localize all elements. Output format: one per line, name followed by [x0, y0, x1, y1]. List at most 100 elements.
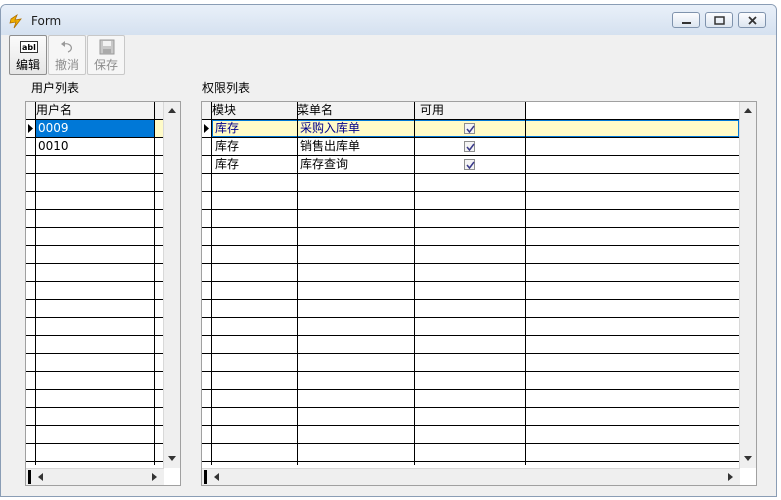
grid-divider	[525, 102, 526, 465]
scroll-left-arrow-icon[interactable]	[38, 473, 43, 481]
edit-label: 编辑	[15, 58, 40, 72]
check-mark-icon	[466, 143, 475, 152]
row-line	[202, 227, 739, 228]
title-bar[interactable]: Form	[1, 5, 776, 35]
permission-grid[interactable]: 模块 菜单名 可用 库存 采购入库单 库存 销售出库单 库存 库存查询	[201, 101, 757, 486]
user-grid-horizontal-scrollbar[interactable]	[26, 468, 164, 485]
row-line	[26, 317, 163, 318]
save-label: 保存	[93, 58, 118, 72]
row-line	[26, 173, 163, 174]
menu-name-cell[interactable]: 销售出库单	[300, 138, 360, 155]
row-line	[202, 281, 739, 282]
check-mark-icon	[466, 125, 475, 134]
undo-label: 撤消	[54, 58, 79, 72]
module-cell[interactable]: 库存	[215, 120, 239, 137]
row-line	[202, 443, 739, 444]
row-line	[202, 191, 739, 192]
user-list-label: 用户列表	[31, 81, 80, 95]
username-cell[interactable]: 0009	[38, 120, 69, 137]
row-line	[202, 461, 739, 462]
row-line	[202, 353, 739, 354]
minimize-icon	[682, 22, 691, 24]
row-line	[26, 389, 163, 390]
maximize-button[interactable]	[705, 12, 733, 28]
user-grid[interactable]: 用户名 0009 0010	[25, 101, 181, 486]
grid-divider	[35, 102, 36, 465]
row-line	[26, 281, 163, 282]
row-line	[26, 371, 163, 372]
scroll-down-arrow-icon[interactable]	[744, 456, 752, 461]
menu-name-cell[interactable]: 采购入库单	[300, 120, 360, 137]
row-line	[26, 425, 163, 426]
menu-name-cell[interactable]: 库存查询	[300, 156, 348, 173]
row-line	[202, 425, 739, 426]
close-button[interactable]	[738, 12, 766, 28]
module-cell[interactable]: 库存	[215, 156, 239, 173]
scroll-up-arrow-icon[interactable]	[744, 108, 752, 113]
row-pointer-icon	[204, 124, 209, 133]
window-title: Form	[31, 14, 62, 28]
scroll-right-arrow-icon[interactable]	[728, 473, 733, 481]
module-cell[interactable]: 库存	[215, 138, 239, 155]
row-line	[26, 155, 163, 156]
permission-grid-header	[202, 102, 525, 119]
permission-grid-vertical-scrollbar[interactable]	[739, 102, 756, 468]
scroll-left-arrow-icon[interactable]	[214, 473, 219, 481]
row-line	[26, 461, 163, 462]
enabled-checkbox[interactable]	[464, 141, 475, 152]
save-disk-icon	[99, 39, 115, 55]
scroll-right-arrow-icon[interactable]	[152, 473, 157, 481]
username-cell[interactable]: 0010	[38, 138, 69, 155]
scroll-thumb[interactable]	[204, 470, 207, 484]
row-line	[202, 371, 739, 372]
edit-textbox-icon: abl	[20, 41, 38, 53]
grid-divider	[414, 102, 415, 465]
row-pointer-icon	[28, 124, 33, 133]
row-line	[202, 263, 739, 264]
close-icon	[748, 16, 757, 25]
user-grid-vertical-scrollbar[interactable]	[163, 102, 180, 468]
row-line	[26, 353, 163, 354]
scroll-up-arrow-icon[interactable]	[168, 108, 176, 113]
edit-button[interactable]: abl 编辑	[9, 35, 47, 75]
row-line	[202, 335, 739, 336]
permission-list-label: 权限列表	[202, 81, 251, 95]
row-line	[202, 119, 739, 120]
save-button[interactable]: 保存	[87, 35, 125, 75]
row-line	[26, 335, 163, 336]
row-line	[202, 407, 739, 408]
app-lightning-icon	[9, 13, 22, 29]
row-line	[26, 407, 163, 408]
row-line	[26, 245, 163, 246]
grid-divider	[297, 102, 298, 465]
undo-icon	[61, 41, 72, 53]
row-line	[202, 209, 739, 210]
row-line	[26, 227, 163, 228]
column-header-username[interactable]: 用户名	[36, 102, 72, 119]
column-header-module[interactable]: 模块	[212, 102, 236, 119]
row-line	[202, 245, 739, 246]
column-header-menu-name[interactable]: 菜单名	[297, 102, 333, 119]
row-line	[202, 299, 739, 300]
row-line	[202, 155, 739, 156]
enabled-checkbox[interactable]	[464, 159, 475, 170]
minimize-button[interactable]	[672, 12, 700, 28]
row-line	[202, 173, 739, 174]
enabled-checkbox[interactable]	[464, 123, 475, 134]
check-mark-icon	[466, 161, 475, 170]
row-line	[202, 317, 739, 318]
row-line	[202, 137, 739, 138]
permission-grid-horizontal-scrollbar[interactable]	[202, 468, 740, 485]
maximize-icon	[714, 16, 725, 25]
grid-divider	[154, 102, 155, 465]
scroll-thumb[interactable]	[28, 470, 31, 484]
column-header-enabled[interactable]: 可用	[420, 102, 444, 119]
scroll-down-arrow-icon[interactable]	[168, 456, 176, 461]
undo-button[interactable]: 撤消	[48, 35, 86, 75]
row-line	[26, 263, 163, 264]
row-line	[26, 209, 163, 210]
row-line	[26, 299, 163, 300]
row-line	[26, 443, 163, 444]
svg-text:abl: abl	[22, 43, 36, 52]
form-window: Form abl 编辑 撤消 保存 用户列表 权限列表 用户名 0009 001…	[0, 4, 777, 497]
